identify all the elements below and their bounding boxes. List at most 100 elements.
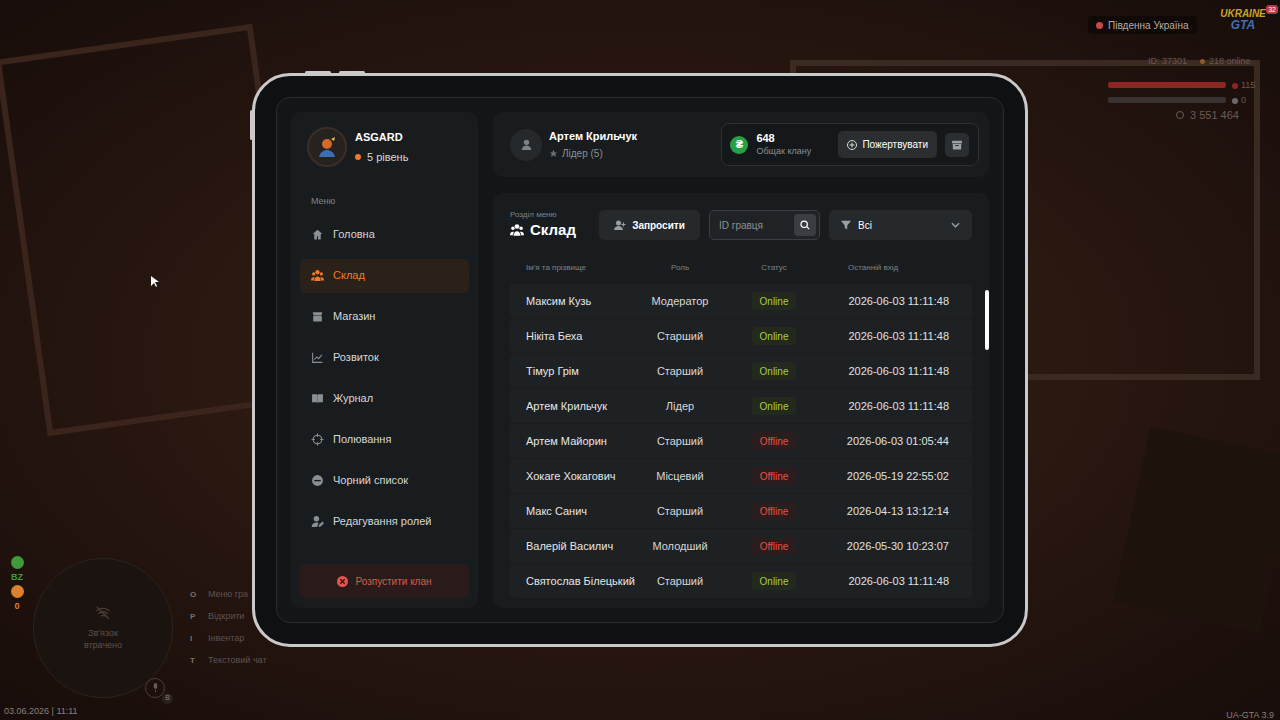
member-name: Святослав Білецький <box>526 573 642 590</box>
table-row[interactable]: Святослав БілецькийСтаршийOnline2026-06-… <box>510 564 972 598</box>
indicator-icon <box>11 556 24 569</box>
status-badge: Online <box>752 397 797 415</box>
invite-button[interactable]: Запросити <box>599 210 700 240</box>
table-row[interactable]: Нікіта БехаСтаршийOnline2026-06-03 11:11… <box>510 319 972 353</box>
user-info: Артем Крильчук Лідер (5) <box>549 128 637 162</box>
disband-button[interactable]: Розпустити клан <box>300 564 469 598</box>
status-badge: Offline <box>752 467 797 485</box>
search-button[interactable] <box>794 214 816 236</box>
table-body: Максим КузьМодераторOnline2026-06-03 11:… <box>510 284 972 598</box>
health-bar <box>1108 82 1226 88</box>
mic-icon <box>151 683 160 693</box>
hint-label: Меню гра <box>208 588 248 602</box>
sidebar: ASGARD 5 рівень Меню ГоловнаСкладМагазин… <box>291 112 478 608</box>
search-icon <box>800 220 810 230</box>
menu-heading: Меню <box>300 195 469 209</box>
treasury-box: ₴ 648 Общак клану Пожертвувати <box>721 123 979 166</box>
donate-button[interactable]: Пожертвувати <box>838 131 937 158</box>
table-row[interactable]: Артем КрильчукЛідерOnline2026-06-03 11:1… <box>510 389 972 423</box>
minus-circle-icon <box>311 474 324 487</box>
coin-icon: ₴ <box>730 136 748 154</box>
member-name: Хокаге Хокагович <box>526 468 642 485</box>
column-header[interactable]: Роль <box>642 262 718 274</box>
last-login: 2026-06-03 11:11:48 <box>830 363 956 380</box>
status-badge: Online <box>752 327 797 345</box>
last-login: 2026-05-19 22:55:02 <box>830 468 956 485</box>
home-icon <box>311 228 324 241</box>
voice-button[interactable]: B <box>145 678 165 698</box>
hint-key: P <box>190 611 200 623</box>
crosshair-icon <box>311 433 324 446</box>
user-avatar-icon <box>510 129 542 161</box>
health-value: 115 <box>1241 79 1255 93</box>
money-icon <box>1176 111 1184 119</box>
member-name: Артем Майорин <box>526 433 642 450</box>
sidebar-item[interactable]: Склад <box>300 259 469 293</box>
online-count: 218 online <box>1200 55 1251 69</box>
user-edit-icon <box>311 515 324 528</box>
status-badge: Online <box>752 292 797 310</box>
table-row[interactable]: Артем МайоринСтаршийOffline2026-06-03 01… <box>510 424 972 458</box>
member-role: Молодший <box>642 538 718 555</box>
archive-button[interactable] <box>945 133 969 157</box>
hint-label: Відкрити <box>208 610 244 624</box>
level-dot <box>355 154 361 160</box>
section-title: Склад <box>510 220 590 240</box>
sidebar-item-label: Полювання <box>333 431 391 448</box>
table-row[interactable]: Тімур ГрімСтаршийOnline2026-06-03 11:11:… <box>510 354 972 388</box>
money-value: 3 551 464 <box>1190 107 1239 124</box>
armor-bar <box>1108 97 1226 103</box>
sidebar-item[interactable]: Магазин <box>300 300 469 334</box>
last-login: 2026-06-03 11:11:48 <box>830 398 956 415</box>
people-icon <box>510 223 524 237</box>
sidebar-item[interactable]: Чорний список <box>300 464 469 498</box>
scrollbar-thumb[interactable] <box>985 290 989 350</box>
last-login: 2026-04-13 13:12:14 <box>830 503 956 520</box>
region-pill: Південна Україна <box>1088 16 1197 34</box>
search-input[interactable] <box>719 218 791 233</box>
column-header[interactable]: Останній вхід <box>830 262 956 274</box>
treasury-label: Общак клану <box>756 145 830 157</box>
chevron-down-icon <box>951 222 960 228</box>
logo-line: GTA <box>1231 19 1255 31</box>
last-login: 2026-06-03 01:05:44 <box>830 433 956 450</box>
tablet-button <box>305 71 331 74</box>
status-cell: Online <box>718 397 830 415</box>
member-role: Старший <box>642 433 718 450</box>
invite-label: Запросити <box>632 218 685 233</box>
user-card: Артем Крильчук Лідер (5) <box>510 128 637 162</box>
filter-value: Всі <box>858 218 872 233</box>
table-row[interactable]: Макс СаничСтаршийOffline2026-04-13 13:12… <box>510 494 972 528</box>
sidebar-item[interactable]: Журнал <box>300 382 469 416</box>
sidebar-item[interactable]: Розвиток <box>300 341 469 375</box>
sidebar-item-label: Редагування ролей <box>333 513 431 530</box>
member-name: Максим Кузь <box>526 293 642 310</box>
shield-icon <box>1232 98 1238 104</box>
tablet-button <box>250 110 253 140</box>
sidebar-item[interactable]: Головна <box>300 218 469 252</box>
member-role: Модератор <box>642 293 718 310</box>
member-role: Старший <box>642 328 718 345</box>
cursor-icon <box>151 276 159 287</box>
table-row[interactable]: Хокаге ХокаговичМісцевий Offline 2026-05-1… <box>510 459 972 493</box>
member-role: Місцевий <box>642 468 718 485</box>
status-badge: Online <box>752 572 797 590</box>
column-header[interactable]: Статус <box>718 262 830 274</box>
region-label: Південна Україна <box>1108 18 1189 33</box>
member-name: Нікіта Беха <box>526 328 642 345</box>
status-cell: Online <box>718 362 830 380</box>
hint-label: Інвентар <box>208 632 244 646</box>
last-login: 2026-06-03 11:11:48 <box>830 573 956 590</box>
player-id: ID: 37301 <box>1148 55 1187 69</box>
table-row[interactable]: Валерій ВасиличМолодшийOffline2026-05-30… <box>510 529 972 563</box>
column-header[interactable]: Ім'я та прізвище <box>526 262 642 274</box>
level-label: 5 рівень <box>367 149 408 166</box>
sidebar-item[interactable]: Полювання <box>300 423 469 457</box>
status-badge: Offline <box>752 537 797 555</box>
table-header: Ім'я та прізвищеРольСтатусОстанній вхід <box>510 257 972 279</box>
member-role: Старший <box>642 503 718 520</box>
sidebar-item[interactable]: Редагування ролей <box>300 505 469 539</box>
status-indicators: BZ0 <box>7 556 27 612</box>
filter-dropdown[interactable]: Всі <box>829 210 972 240</box>
table-row[interactable]: Максим КузьМодераторOnline2026-06-03 11:… <box>510 284 972 318</box>
